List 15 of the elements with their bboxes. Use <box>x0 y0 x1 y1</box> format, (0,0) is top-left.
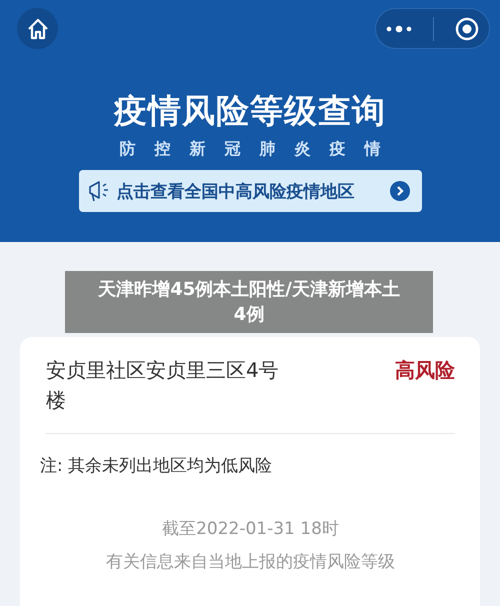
risk-areas-link[interactable]: 点击查看全国中高风险疫情地区 <box>78 170 422 212</box>
close-icon[interactable] <box>454 16 479 40</box>
home-button[interactable] <box>17 8 58 49</box>
page-title: 疫情风险等级查询 <box>114 90 386 132</box>
footer-text: 截至2022-01-31 18时 <box>162 518 339 540</box>
page-subtitle: 防控新冠肺炎疫情 <box>120 139 400 160</box>
megaphone-icon <box>86 178 110 204</box>
note-text: 注: 其余未列出地区均为低风险 <box>40 455 274 477</box>
area-name: 安贞里社区安贞里三区4号楼 <box>46 357 280 414</box>
risk-level: 高风险 <box>395 357 455 384</box>
chevron-right-icon <box>390 181 410 201</box>
footer-text: 有关信息来自当地上报的疫情风险等级 <box>106 551 395 573</box>
home-icon <box>26 16 50 40</box>
more-icon[interactable] <box>386 24 412 32</box>
caption-overlay: 天津昨增45例本土阳性/天津新增本土4例 <box>65 271 433 333</box>
